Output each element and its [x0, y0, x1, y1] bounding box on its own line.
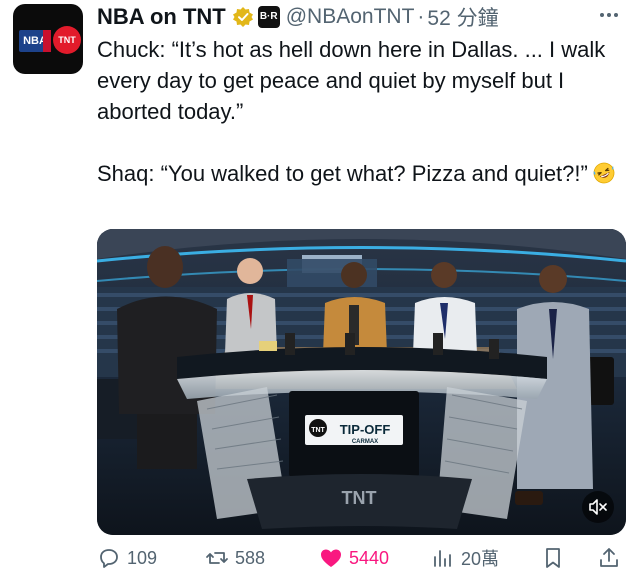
reply-count: 109: [127, 547, 158, 568]
tweet-paragraph-2: Shaq: “You walked to get what? Pizza and…: [97, 158, 617, 189]
share-icon: [600, 548, 618, 567]
svg-text:TNT: TNT: [311, 427, 325, 434]
display-name[interactable]: NBA on TNT: [97, 4, 226, 30]
desk-banner-sub: CARMAX: [352, 439, 378, 445]
timestamp[interactable]: 52 分鐘: [427, 2, 498, 32]
tweet-paragraph-2-text: Shaq: “You walked to get what? Pizza and…: [97, 161, 588, 186]
nba-logo: NBA: [19, 30, 51, 52]
tweet-paragraph-1: Chuck: “It’s hot as hell down here in Da…: [97, 37, 606, 124]
desk-banner-text: TIP-OFF: [340, 422, 391, 437]
handle[interactable]: @NBAonTNT: [286, 5, 415, 29]
repost-button[interactable]: 588: [205, 542, 265, 574]
desk-logo-text: TNT: [342, 488, 377, 508]
mute-button[interactable]: [582, 491, 614, 523]
reply-icon: [100, 549, 118, 568]
verified-icon[interactable]: [232, 6, 254, 28]
share-button[interactable]: [597, 542, 627, 574]
emoji-rofl: [592, 161, 616, 185]
like-button[interactable]: 5440: [319, 542, 389, 574]
bookmark-icon: [546, 548, 560, 568]
separator: ·: [417, 5, 425, 28]
like-icon: [321, 549, 341, 567]
tweet-header: NBA on TNT B·R @NBAonTNT · 52 分鐘: [97, 2, 620, 32]
tnt-logo: TNT: [53, 26, 81, 54]
bookmark-button[interactable]: [541, 542, 571, 574]
views-icon: [434, 550, 451, 567]
repost-icon: [206, 552, 228, 564]
like-count: 5440: [349, 547, 390, 568]
mute-icon: [589, 499, 607, 515]
video-player[interactable]: TNT TIP-OFF CARMAX TNT: [97, 229, 626, 535]
repost-count: 588: [235, 547, 266, 568]
avatar[interactable]: NBA TNT: [13, 4, 83, 74]
action-bar: 109 588 5440 20萬: [97, 542, 626, 574]
reply-button[interactable]: 109: [97, 542, 157, 574]
views-count: 20萬: [461, 549, 500, 569]
views-button[interactable]: 20萬: [431, 542, 499, 574]
more-icon[interactable]: [598, 8, 620, 20]
tweet-text: Chuck: “It’s hot as hell down here in Da…: [97, 34, 617, 189]
affiliate-badge[interactable]: B·R: [257, 6, 280, 28]
